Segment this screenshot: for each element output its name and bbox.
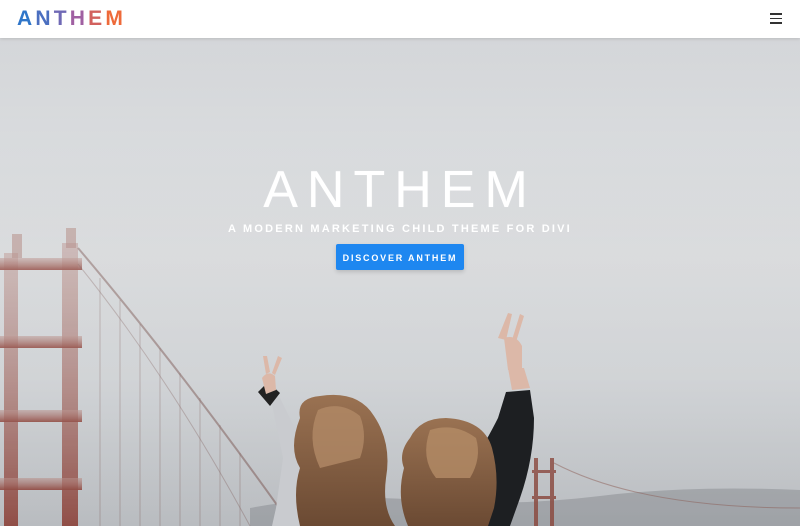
- logo-letter: M: [105, 7, 127, 30]
- logo-letter: T: [53, 7, 70, 30]
- logo-letter: H: [69, 7, 89, 30]
- hero-section: ANTHEM A MODERN MARKETING CHILD THEME FO…: [0, 38, 800, 526]
- logo-letter: N: [35, 7, 54, 30]
- discover-anthem-button[interactable]: DISCOVER ANTHEM: [336, 244, 464, 270]
- site-header: ANTHEM: [0, 0, 800, 38]
- site-logo[interactable]: ANTHEM: [17, 7, 126, 31]
- hero-title: ANTHEM: [263, 161, 537, 219]
- hamburger-menu-icon[interactable]: [770, 13, 782, 24]
- hero-background-image: [0, 38, 800, 526]
- logo-letter: E: [88, 7, 106, 30]
- logo-letter: A: [17, 7, 36, 30]
- hero-subtitle: A MODERN MARKETING CHILD THEME FOR DIVI: [228, 223, 572, 235]
